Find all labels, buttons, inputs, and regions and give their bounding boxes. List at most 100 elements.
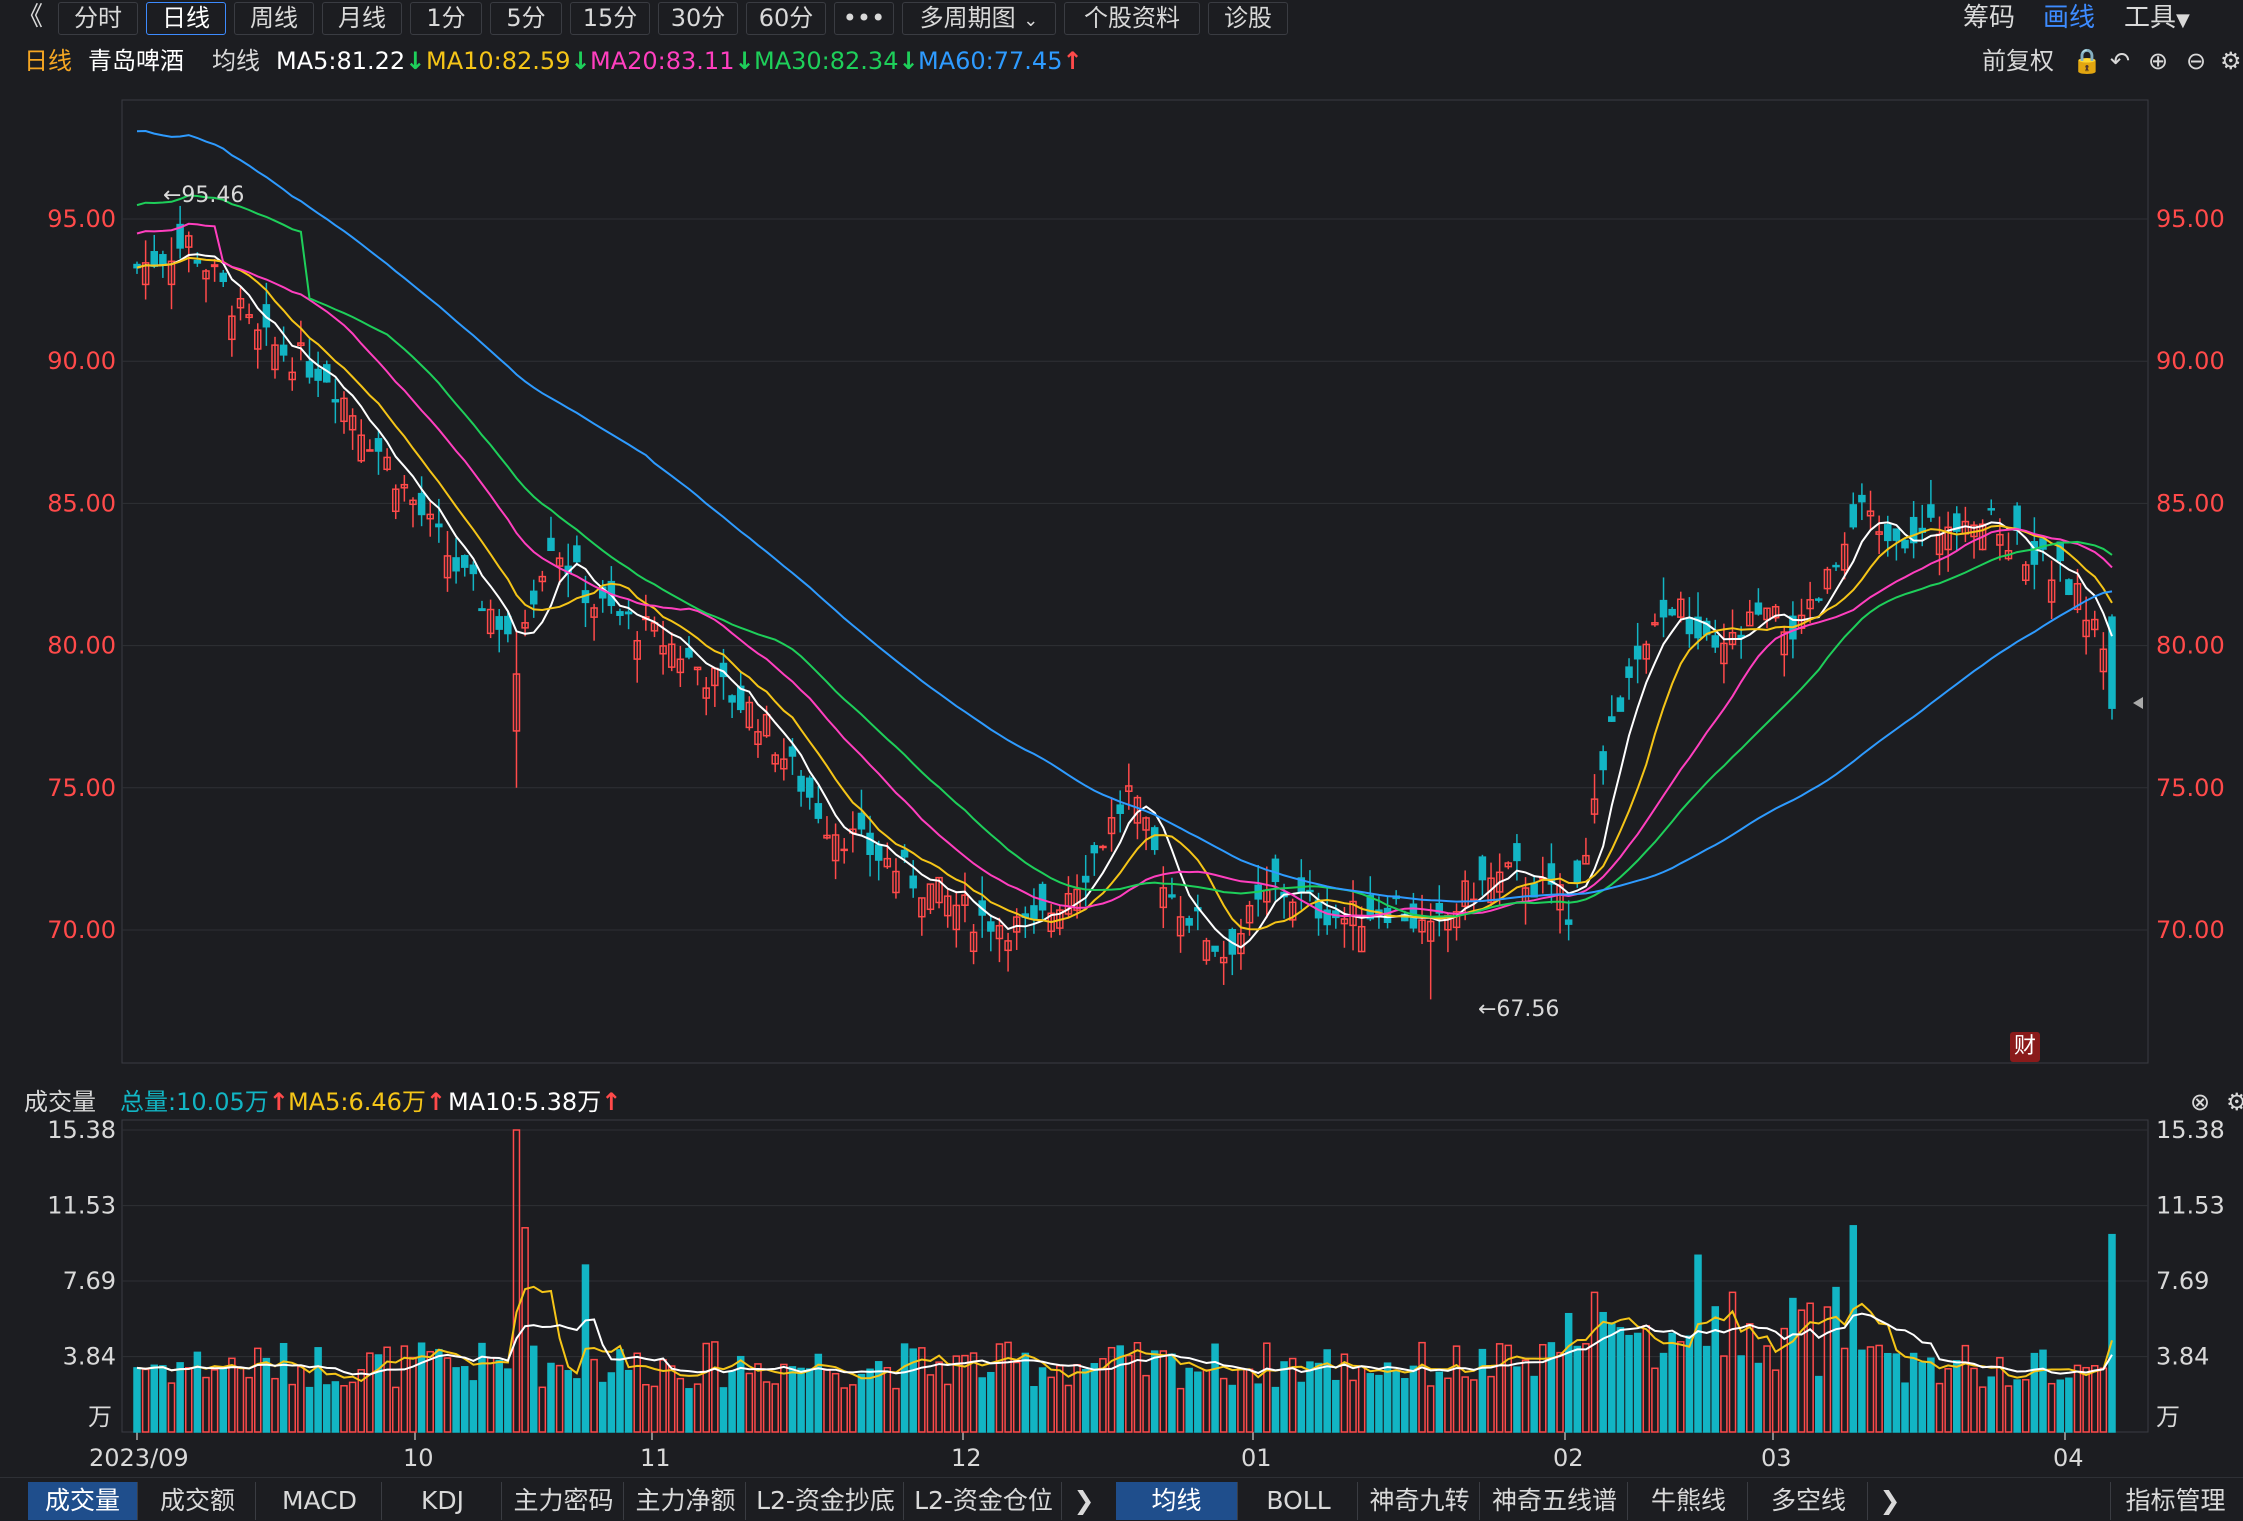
tab-l2-bottom[interactable]: L2-资金抄底 xyxy=(748,1482,904,1520)
volume-bar xyxy=(892,1387,900,1433)
volume-bar xyxy=(236,1367,245,1433)
candle-body xyxy=(1513,843,1521,862)
volume-bar xyxy=(133,1367,141,1433)
volume-bar xyxy=(1012,1361,1021,1433)
tab-kdj[interactable]: KDJ xyxy=(384,1482,502,1520)
tab-ma[interactable]: 均线 xyxy=(1116,1482,1238,1520)
indicator-manage-button[interactable]: 指标管理 xyxy=(2110,1482,2240,1520)
volume-bar xyxy=(193,1351,202,1433)
candle-body xyxy=(1884,524,1892,542)
volume-bar xyxy=(1875,1344,1883,1433)
volume-bar xyxy=(1392,1370,1400,1433)
volume-bar xyxy=(1608,1322,1616,1433)
candle-body xyxy=(1081,875,1090,883)
volume-bar xyxy=(435,1348,443,1433)
volume-bar xyxy=(555,1364,564,1433)
volume-bar xyxy=(253,1347,262,1433)
candle-body xyxy=(1116,804,1124,814)
volume-settings-gear-icon[interactable]: ⚙ xyxy=(2226,1085,2243,1119)
candle-body xyxy=(1892,528,1901,541)
candle-body xyxy=(1685,617,1694,635)
volume-bar xyxy=(2099,1367,2108,1433)
volume-bar xyxy=(1228,1384,1237,1433)
tab-main-force-code[interactable]: 主力密码 xyxy=(504,1482,624,1520)
candle-body xyxy=(1858,494,1866,503)
volume-bar xyxy=(943,1383,952,1433)
volume-bar xyxy=(1771,1369,1780,1433)
volume-bar xyxy=(1556,1351,1564,1433)
volume-bar xyxy=(1815,1375,1823,1433)
volume-bar xyxy=(486,1357,495,1433)
volume-bar xyxy=(1944,1368,1952,1433)
tab-l2-position[interactable]: L2-资金仓位 xyxy=(906,1482,1062,1520)
volume-axis-label-right: 11.53 xyxy=(2156,1192,2225,1220)
tab-long-short-line[interactable]: 多空线 xyxy=(1750,1482,1868,1520)
x-axis-label: 10 xyxy=(403,1444,434,1472)
volume-bar xyxy=(771,1383,779,1433)
tab-volume[interactable]: 成交量 xyxy=(28,1482,138,1520)
volume-bar xyxy=(1884,1352,1892,1433)
candle-body xyxy=(1633,645,1642,660)
volume-bar xyxy=(1521,1359,1530,1433)
x-axis-label: 2023/09 xyxy=(89,1444,189,1472)
volume-bar xyxy=(1625,1334,1633,1433)
volume-bar xyxy=(210,1369,219,1433)
tab-magic-five-lines[interactable]: 神奇五线谱 xyxy=(1482,1482,1628,1520)
volume-bar xyxy=(564,1370,572,1433)
candle-body xyxy=(478,608,486,612)
volume-label: 成交量 xyxy=(24,1088,96,1116)
candle-body xyxy=(279,344,288,356)
tabs-left-next-icon[interactable]: ❯ xyxy=(1066,1482,1102,1520)
tab-boll[interactable]: BOLL xyxy=(1240,1482,1358,1520)
candle-body xyxy=(2065,579,2073,596)
volume-bar xyxy=(529,1345,538,1433)
tabs-right-next-icon[interactable]: ❯ xyxy=(1872,1482,1908,1520)
candle-body xyxy=(1849,504,1858,528)
price-axis-label-right: 75.00 xyxy=(2156,774,2225,802)
volume-bar xyxy=(676,1377,685,1433)
candle-body xyxy=(900,849,909,858)
candle-body xyxy=(814,803,823,819)
volume-bar xyxy=(1426,1385,1435,1433)
volume-bar xyxy=(1194,1371,1202,1433)
volume-bar xyxy=(1030,1386,1038,1433)
volume-bar xyxy=(176,1362,184,1433)
volume-total: 总量:10.05万↑ xyxy=(120,1088,289,1116)
kline-chart[interactable]: 95.00 95.00 90.00 90.00 85.00 85.00 80.00 80.00… xyxy=(0,0,2243,1477)
price-panel-frame xyxy=(121,99,2149,1064)
volume-bar xyxy=(2073,1364,2082,1433)
volume-bar xyxy=(1754,1362,1763,1433)
candle-body xyxy=(909,875,917,889)
tab-bull-bear-line[interactable]: 牛熊线 xyxy=(1630,1482,1748,1520)
candle-body xyxy=(728,695,736,703)
volume-bar xyxy=(314,1347,322,1433)
price-axis-label-left: 90.00 xyxy=(47,347,116,375)
candle-body xyxy=(840,848,848,852)
close-volume-panel-icon[interactable]: ⊗ xyxy=(2190,1085,2210,1119)
volume-bar xyxy=(598,1381,607,1433)
volume-bar xyxy=(935,1361,943,1433)
volume-bar xyxy=(340,1385,348,1433)
volume-bar xyxy=(1487,1375,1495,1433)
volume-bar xyxy=(1202,1369,1211,1433)
current-price-pointer xyxy=(2133,697,2143,709)
volume-bar xyxy=(1332,1379,1340,1433)
volume-bar xyxy=(1314,1362,1323,1433)
tab-macd[interactable]: MACD xyxy=(258,1482,382,1520)
volume-bar xyxy=(1978,1386,1987,1433)
candle-body xyxy=(366,449,374,452)
volume-bar xyxy=(1470,1379,1478,1433)
candle-body xyxy=(504,615,512,635)
tab-main-force-net[interactable]: 主力净额 xyxy=(626,1482,746,1520)
candle-body xyxy=(685,647,693,658)
volume-bar xyxy=(1418,1341,1426,1433)
volume-bar xyxy=(978,1377,986,1433)
volume-bar xyxy=(1125,1354,1133,1433)
candle-body xyxy=(495,616,503,630)
tab-magic-nine[interactable]: 神奇九转 xyxy=(1360,1482,1480,1520)
finance-badge[interactable]: 财 xyxy=(2010,1032,2040,1062)
candle-body xyxy=(1599,751,1607,771)
tab-turnover[interactable]: 成交额 xyxy=(140,1482,256,1520)
volume-axis-label-right: 7.69 xyxy=(2156,1267,2209,1295)
volume-bar xyxy=(452,1367,460,1433)
